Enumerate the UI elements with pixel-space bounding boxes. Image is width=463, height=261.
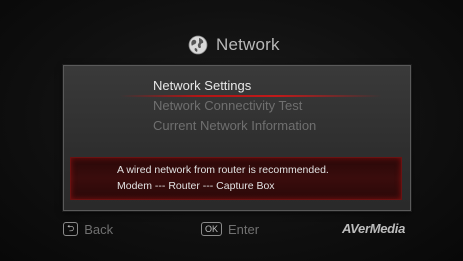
enter-label: Enter bbox=[228, 221, 260, 237]
screen: Network Network Settings Network Connect… bbox=[0, 0, 463, 261]
back-label: Back bbox=[84, 221, 114, 237]
menu-item-network-information[interactable]: Current Network Information bbox=[153, 116, 403, 136]
info-line-recommendation: A wired network from router is recommend… bbox=[117, 164, 329, 176]
back-hint[interactable]: ⮌ Back bbox=[63, 220, 113, 238]
page-header: Network bbox=[188, 33, 280, 57]
enter-hint[interactable]: OK Enter bbox=[201, 220, 259, 238]
ok-key-icon: OK bbox=[201, 222, 223, 236]
page-title: Network bbox=[216, 35, 280, 54]
info-line-topology: Modem --- Router --- Capture Box bbox=[117, 180, 275, 192]
brand-logo: AVerMedia bbox=[342, 221, 406, 236]
selection-highlight bbox=[120, 95, 382, 97]
back-key-icon: ⮌ bbox=[63, 222, 79, 236]
menu-panel: Network Settings Network Connectivity Te… bbox=[63, 65, 411, 211]
info-box: A wired network from router is recommend… bbox=[70, 157, 402, 200]
menu-item-connectivity-test[interactable]: Network Connectivity Test bbox=[153, 96, 403, 116]
globe-icon bbox=[188, 35, 208, 55]
menu-item-network-settings[interactable]: Network Settings bbox=[153, 76, 403, 96]
network-menu: Network Settings Network Connectivity Te… bbox=[153, 76, 403, 136]
